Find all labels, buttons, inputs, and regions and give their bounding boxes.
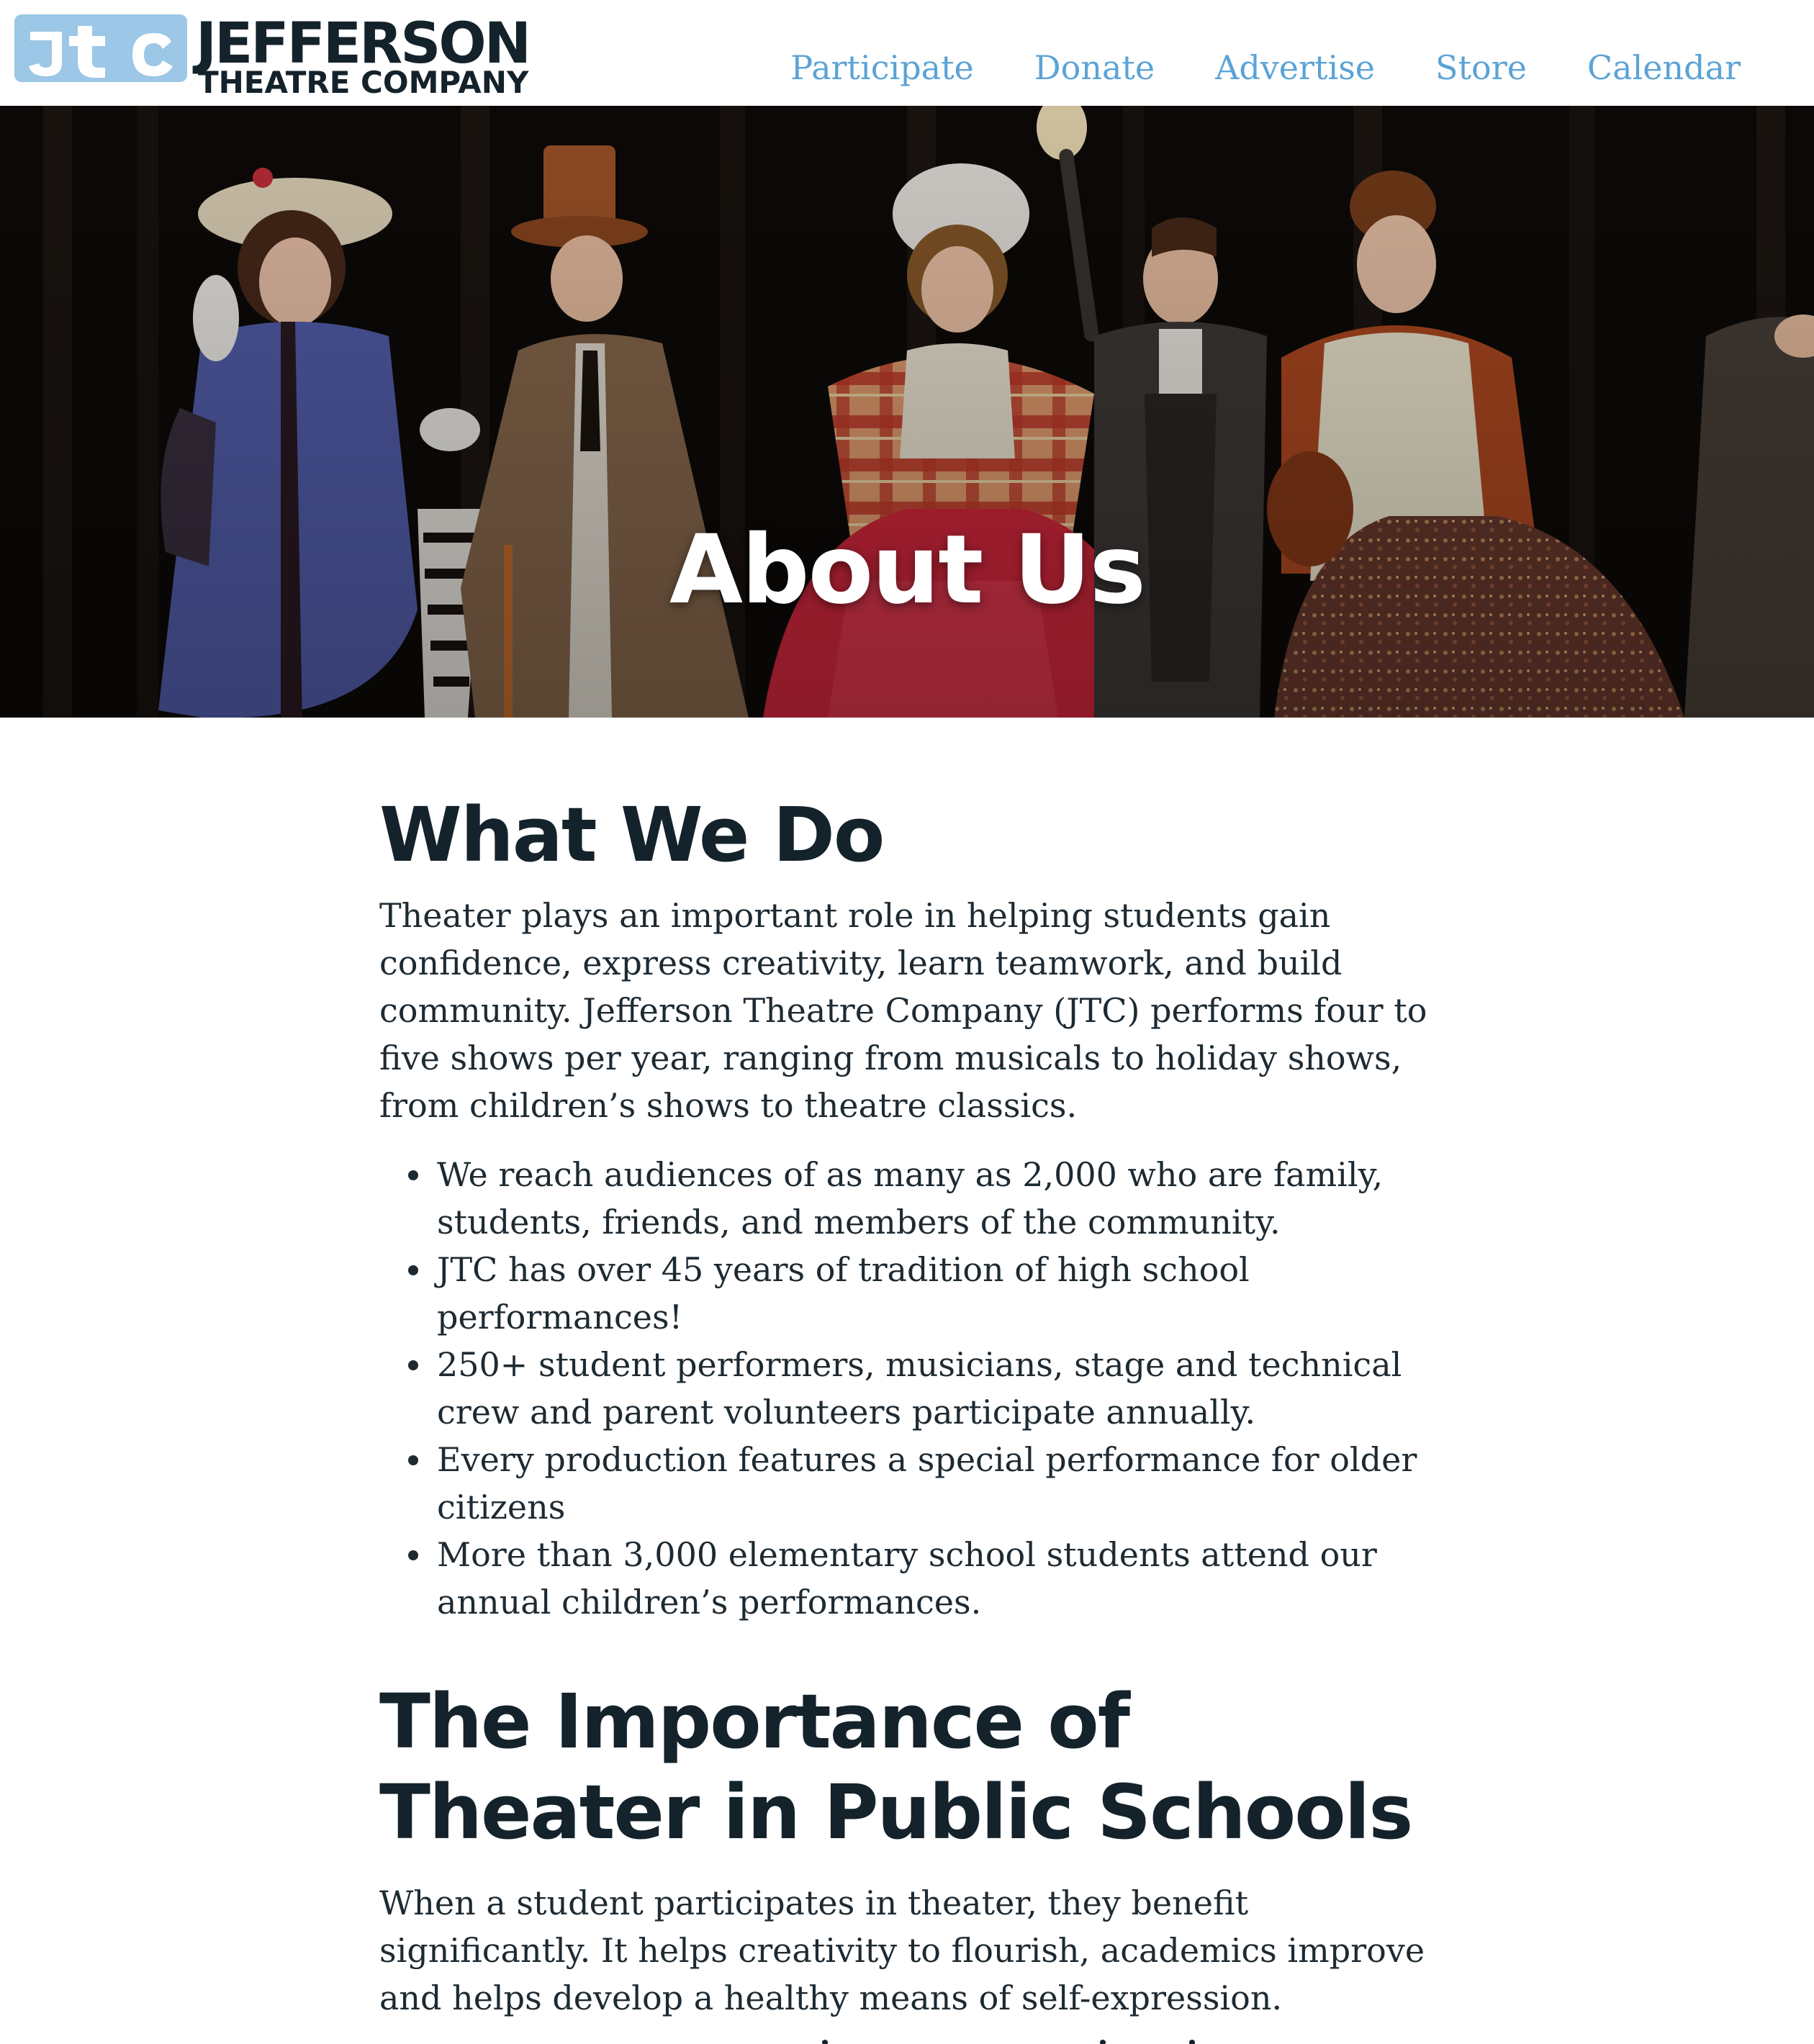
- list-item-text: Every production features a special perf…: [437, 1440, 1417, 1527]
- list-item-text: More than 3,000 elementary school studen…: [437, 1535, 1377, 1622]
- bullet-icon: [408, 1265, 418, 1275]
- list-item: We reach audiences of as many as 2,000 w…: [408, 1151, 1445, 1246]
- jtc-logo-mark-icon: [14, 14, 187, 82]
- section-heading-importance: The Importance of Theater in Public Scho…: [379, 1676, 1445, 1858]
- nav-participate[interactable]: Participate: [790, 48, 974, 88]
- logo-title: JEFFERSON: [196, 12, 531, 76]
- cutoff-text-fragment: [822, 2040, 1195, 2044]
- stats-list: We reach audiences of as many as 2,000 w…: [379, 1151, 1445, 1626]
- main-content: What We Do Theater plays an important ro…: [379, 788, 1445, 2043]
- list-item: More than 3,000 elementary school studen…: [408, 1531, 1445, 1626]
- hero-title: About Us: [669, 515, 1146, 625]
- list-item-text: We reach audiences of as many as 2,000 w…: [437, 1155, 1384, 1242]
- list-item: Every production features a special perf…: [408, 1436, 1445, 1531]
- importance-paragraph: When a student participates in theater, …: [379, 1884, 1425, 2017]
- nav-calendar[interactable]: Calendar: [1587, 48, 1741, 88]
- list-item: JTC has over 45 years of tradition of hi…: [408, 1246, 1445, 1341]
- nav-store[interactable]: Store: [1435, 48, 1527, 88]
- logo-subtitle: THEATRE COMPANY: [198, 65, 529, 100]
- heading-line: Theater in Public Schools: [379, 1768, 1413, 1856]
- hero-banner: About Us: [0, 106, 1814, 718]
- bullet-icon: [408, 1550, 418, 1560]
- site-logo[interactable]: JEFFERSON THEATRE COMPANY: [14, 12, 561, 98]
- what-we-do-intro: Theater plays an important role in helpi…: [379, 896, 1427, 1125]
- list-item-text: 250+ student performers, musicians, stag…: [437, 1345, 1402, 1432]
- heading-line: The Importance of: [379, 1678, 1130, 1765]
- list-item: 250+ student performers, musicians, stag…: [408, 1341, 1445, 1436]
- section-heading-what-we-do: What We Do: [379, 791, 885, 879]
- nav-donate[interactable]: Donate: [1034, 48, 1155, 88]
- bullet-icon: [408, 1455, 418, 1465]
- bullet-icon: [408, 1360, 418, 1370]
- main-nav: Participate Donate Advertise Store Calen…: [790, 48, 1741, 88]
- bullet-icon: [408, 1170, 418, 1180]
- nav-advertise[interactable]: Advertise: [1215, 48, 1375, 88]
- hero-photo-performers: [0, 106, 1814, 718]
- site-header: JEFFERSON THEATRE COMPANY Participate Do…: [0, 0, 1814, 106]
- list-item-text: JTC has over 45 years of tradition of hi…: [437, 1250, 1250, 1337]
